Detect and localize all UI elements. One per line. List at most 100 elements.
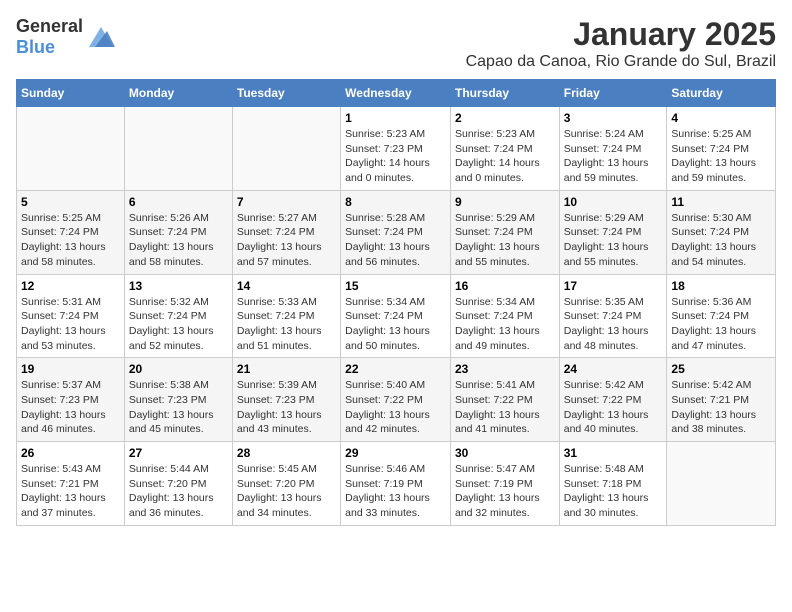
- calendar-cell: 16 Sunrise: 5:34 AMSunset: 7:24 PMDayligh…: [450, 274, 559, 358]
- day-number: 21: [237, 362, 336, 376]
- calendar-header: SundayMondayTuesdayWednesdayThursdayFrid…: [17, 80, 776, 107]
- calendar-cell: 30 Sunrise: 5:47 AMSunset: 7:19 PMDayligh…: [450, 442, 559, 526]
- calendar-cell: 15Sunrise: 5:34 AMSunset: 7:24 PMDayligh…: [341, 274, 451, 358]
- day-info: Sunrise: 5:47 AMSunset: 7:19 PMDaylight:…: [455, 462, 555, 521]
- logo-general: General: [16, 16, 83, 36]
- day-info: Sunrise: 5:42 AMSunset: 7:21 PMDaylight:…: [671, 378, 771, 437]
- calendar-body: 1Sunrise: 5:23 AMSunset: 7:23 PMDaylight…: [17, 107, 776, 526]
- calendar-cell: 20 Sunrise: 5:38 AMSunset: 7:23 PMDayligh…: [124, 358, 232, 442]
- calendar-cell: 6 Sunrise: 5:26 AMSunset: 7:24 PMDaylight…: [124, 190, 232, 274]
- header-day-wednesday: Wednesday: [341, 80, 451, 107]
- header-day-monday: Monday: [124, 80, 232, 107]
- calendar-cell: 13 Sunrise: 5:32 AMSunset: 7:24 PMDayligh…: [124, 274, 232, 358]
- day-info: Sunrise: 5:23 AMSunset: 7:23 PMDaylight:…: [345, 127, 446, 186]
- day-number: 20: [129, 362, 228, 376]
- day-info: Sunrise: 5:29 AMSunset: 7:24 PMDaylight:…: [564, 211, 663, 270]
- calendar-cell: [667, 442, 776, 526]
- day-info: Sunrise: 5:34 AMSunset: 7:24 PMDaylight:…: [455, 295, 555, 354]
- title-block: January 2025 Capao da Canoa, Rio Grande …: [466, 16, 776, 71]
- day-info: Sunrise: 5:32 AMSunset: 7:24 PMDaylight:…: [129, 295, 228, 354]
- calendar-cell: 1Sunrise: 5:23 AMSunset: 7:23 PMDaylight…: [341, 107, 451, 191]
- calendar-cell: 3Sunrise: 5:24 AMSunset: 7:24 PMDaylight…: [559, 107, 667, 191]
- day-info: Sunrise: 5:41 AMSunset: 7:22 PMDaylight:…: [455, 378, 555, 437]
- calendar-cell: 23Sunrise: 5:41 AMSunset: 7:22 PMDayligh…: [450, 358, 559, 442]
- day-number: 13: [129, 279, 228, 293]
- logo: General Blue: [16, 16, 117, 58]
- calendar-cell: 19 Sunrise: 5:37 AMSunset: 7:23 PMDayligh…: [17, 358, 125, 442]
- calendar-cell: 18 Sunrise: 5:36 AMSunset: 7:24 PMDayligh…: [667, 274, 776, 358]
- day-number: 11: [671, 195, 771, 209]
- day-number: 16: [455, 279, 555, 293]
- week-row-4: 19 Sunrise: 5:37 AMSunset: 7:23 PMDayligh…: [17, 358, 776, 442]
- week-row-1: 1Sunrise: 5:23 AMSunset: 7:23 PMDaylight…: [17, 107, 776, 191]
- calendar-cell: 8Sunrise: 5:28 AMSunset: 7:24 PMDaylight…: [341, 190, 451, 274]
- calendar-cell: 29Sunrise: 5:46 AMSunset: 7:19 PMDayligh…: [341, 442, 451, 526]
- week-row-5: 26 Sunrise: 5:43 AMSunset: 7:21 PMDayligh…: [17, 442, 776, 526]
- day-info: Sunrise: 5:33 AMSunset: 7:24 PMDaylight:…: [237, 295, 336, 354]
- calendar-cell: [17, 107, 125, 191]
- day-number: 9: [455, 195, 555, 209]
- day-info: Sunrise: 5:25 AMSunset: 7:24 PMDaylight:…: [671, 127, 771, 186]
- header-day-saturday: Saturday: [667, 80, 776, 107]
- day-number: 15: [345, 279, 446, 293]
- day-info: Sunrise: 5:26 AMSunset: 7:24 PMDaylight:…: [129, 211, 228, 270]
- calendar-cell: 28Sunrise: 5:45 AMSunset: 7:20 PMDayligh…: [232, 442, 340, 526]
- header-row: SundayMondayTuesdayWednesdayThursdayFrid…: [17, 80, 776, 107]
- header-day-thursday: Thursday: [450, 80, 559, 107]
- day-info: Sunrise: 5:29 AMSunset: 7:24 PMDaylight:…: [455, 211, 555, 270]
- day-info: Sunrise: 5:25 AMSunset: 7:24 PMDaylight:…: [21, 211, 120, 270]
- day-info: Sunrise: 5:27 AMSunset: 7:24 PMDaylight:…: [237, 211, 336, 270]
- day-number: 14: [237, 279, 336, 293]
- day-info: Sunrise: 5:36 AMSunset: 7:24 PMDaylight:…: [671, 295, 771, 354]
- calendar-cell: 24 Sunrise: 5:42 AMSunset: 7:22 PMDayligh…: [559, 358, 667, 442]
- calendar-cell: 9 Sunrise: 5:29 AMSunset: 7:24 PMDaylight…: [450, 190, 559, 274]
- day-number: 3: [564, 111, 663, 125]
- calendar-cell: 14 Sunrise: 5:33 AMSunset: 7:24 PMDayligh…: [232, 274, 340, 358]
- header-day-tuesday: Tuesday: [232, 80, 340, 107]
- calendar-cell: 17 Sunrise: 5:35 AMSunset: 7:24 PMDayligh…: [559, 274, 667, 358]
- calendar-cell: 2 Sunrise: 5:23 AMSunset: 7:24 PMDaylight…: [450, 107, 559, 191]
- day-number: 5: [21, 195, 120, 209]
- day-number: 30: [455, 446, 555, 460]
- logo-blue: Blue: [16, 37, 55, 57]
- day-info: Sunrise: 5:37 AMSunset: 7:23 PMDaylight:…: [21, 378, 120, 437]
- calendar-cell: [124, 107, 232, 191]
- calendar-cell: 4 Sunrise: 5:25 AMSunset: 7:24 PMDaylight…: [667, 107, 776, 191]
- day-info: Sunrise: 5:45 AMSunset: 7:20 PMDaylight:…: [237, 462, 336, 521]
- day-info: Sunrise: 5:48 AMSunset: 7:18 PMDaylight:…: [564, 462, 663, 521]
- day-number: 6: [129, 195, 228, 209]
- calendar-cell: 12Sunrise: 5:31 AMSunset: 7:24 PMDayligh…: [17, 274, 125, 358]
- calendar-cell: 10 Sunrise: 5:29 AMSunset: 7:24 PMDayligh…: [559, 190, 667, 274]
- page-subtitle: Capao da Canoa, Rio Grande do Sul, Brazi…: [466, 53, 776, 71]
- day-number: 7: [237, 195, 336, 209]
- header-day-friday: Friday: [559, 80, 667, 107]
- day-number: 10: [564, 195, 663, 209]
- day-number: 17: [564, 279, 663, 293]
- calendar-cell: 27Sunrise: 5:44 AMSunset: 7:20 PMDayligh…: [124, 442, 232, 526]
- day-info: Sunrise: 5:42 AMSunset: 7:22 PMDaylight:…: [564, 378, 663, 437]
- header-day-sunday: Sunday: [17, 80, 125, 107]
- day-number: 31: [564, 446, 663, 460]
- calendar-cell: [232, 107, 340, 191]
- page-header: General Blue January 2025 Capao da Canoa…: [16, 16, 776, 71]
- day-info: Sunrise: 5:39 AMSunset: 7:23 PMDaylight:…: [237, 378, 336, 437]
- day-info: Sunrise: 5:35 AMSunset: 7:24 PMDaylight:…: [564, 295, 663, 354]
- day-number: 18: [671, 279, 771, 293]
- day-number: 4: [671, 111, 771, 125]
- day-number: 24: [564, 362, 663, 376]
- day-info: Sunrise: 5:30 AMSunset: 7:24 PMDaylight:…: [671, 211, 771, 270]
- logo-text: General Blue: [16, 16, 83, 58]
- day-info: Sunrise: 5:43 AMSunset: 7:21 PMDaylight:…: [21, 462, 120, 521]
- page-title: January 2025: [466, 16, 776, 53]
- day-number: 12: [21, 279, 120, 293]
- day-number: 25: [671, 362, 771, 376]
- day-info: Sunrise: 5:38 AMSunset: 7:23 PMDaylight:…: [129, 378, 228, 437]
- calendar-cell: 5 Sunrise: 5:25 AMSunset: 7:24 PMDaylight…: [17, 190, 125, 274]
- calendar-cell: 22Sunrise: 5:40 AMSunset: 7:22 PMDayligh…: [341, 358, 451, 442]
- day-number: 26: [21, 446, 120, 460]
- day-number: 2: [455, 111, 555, 125]
- day-number: 22: [345, 362, 446, 376]
- day-number: 19: [21, 362, 120, 376]
- day-info: Sunrise: 5:23 AMSunset: 7:24 PMDaylight:…: [455, 127, 555, 186]
- day-number: 27: [129, 446, 228, 460]
